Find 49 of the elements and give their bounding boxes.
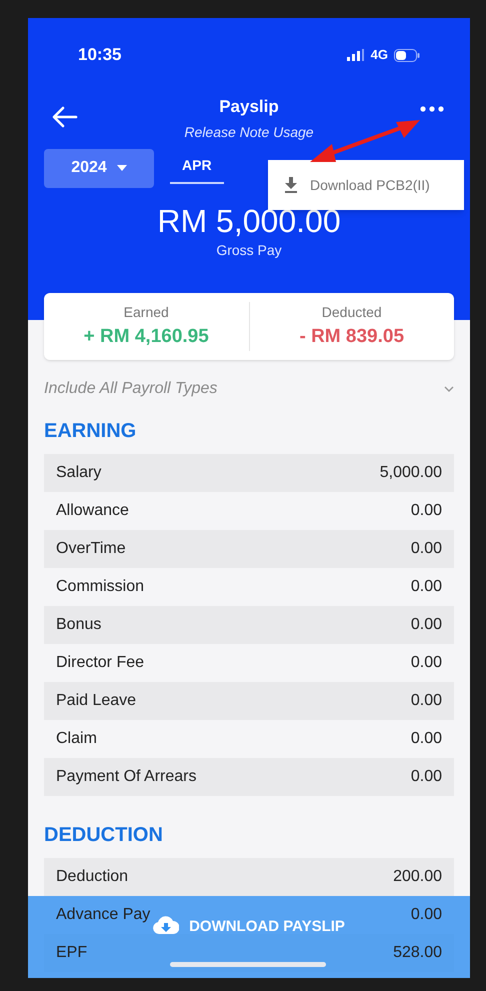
item-name: Director Fee bbox=[56, 653, 144, 673]
item-name: Deduction bbox=[56, 867, 128, 887]
item-name: EPF bbox=[56, 943, 88, 963]
month-tab[interactable]: APR bbox=[170, 154, 224, 184]
section-heading: DEDUCTION bbox=[44, 823, 164, 848]
item-amount: 5,000.00 bbox=[380, 463, 442, 483]
section-heading: EARNING bbox=[44, 419, 138, 444]
item-amount: 200.00 bbox=[393, 867, 442, 887]
signal-icon bbox=[346, 49, 365, 61]
caret-icon bbox=[116, 165, 127, 171]
item-amount: 528.00 bbox=[393, 943, 442, 963]
summary-label: Earned bbox=[124, 302, 169, 322]
item-amount: 0.00 bbox=[410, 615, 442, 635]
payroll-type-dropdown[interactable]: Include All Payroll Types bbox=[28, 376, 470, 402]
status-time: 10:35 bbox=[78, 44, 122, 66]
back-arrow-icon[interactable] bbox=[52, 106, 78, 128]
item-amount: 0.00 bbox=[410, 653, 442, 673]
network-label: 4G bbox=[370, 46, 388, 64]
gross-amount: RM 5,000.00 bbox=[157, 202, 341, 240]
item-amount: 0.00 bbox=[410, 729, 442, 749]
item-name: Allowance bbox=[56, 501, 129, 521]
summary-value: + RM 4,160.95 bbox=[84, 324, 209, 349]
item-name: Salary bbox=[56, 463, 102, 483]
chevron-down-icon bbox=[444, 386, 454, 392]
more-options-icon[interactable] bbox=[420, 106, 444, 112]
item-amount: 0.00 bbox=[410, 767, 442, 787]
item-name: Payment Of Arrears bbox=[56, 767, 196, 787]
item-amount: 0.00 bbox=[410, 691, 442, 711]
download-icon bbox=[284, 177, 298, 193]
item-name: OverTime bbox=[56, 539, 126, 559]
page-subtitle: Release Note Usage bbox=[184, 122, 314, 142]
cloud-download-icon bbox=[153, 916, 180, 934]
menu-item[interactable]: Download PCB2(II) bbox=[268, 174, 464, 196]
year-dropdown[interactable]: 2024 bbox=[44, 148, 154, 188]
item-name: Commission bbox=[56, 577, 144, 597]
page-title: Payslip bbox=[219, 96, 279, 118]
gross-label: Gross Pay bbox=[216, 240, 282, 260]
item-amount: 0.00 bbox=[410, 501, 442, 521]
item-name: Bonus bbox=[56, 615, 102, 635]
summary-label: Deducted bbox=[322, 302, 382, 322]
payroll-type-label: Include All Payroll Types bbox=[44, 379, 218, 399]
item-name: Claim bbox=[56, 729, 97, 749]
item-name: Advance Pay bbox=[56, 905, 150, 925]
item-name: Paid Leave bbox=[56, 691, 136, 711]
item-amount: 0.00 bbox=[410, 905, 442, 925]
summary-value: - RM 839.05 bbox=[299, 324, 404, 349]
battery-icon bbox=[394, 48, 420, 62]
item-amount: 0.00 bbox=[410, 577, 442, 597]
item-amount: 0.00 bbox=[410, 539, 442, 559]
